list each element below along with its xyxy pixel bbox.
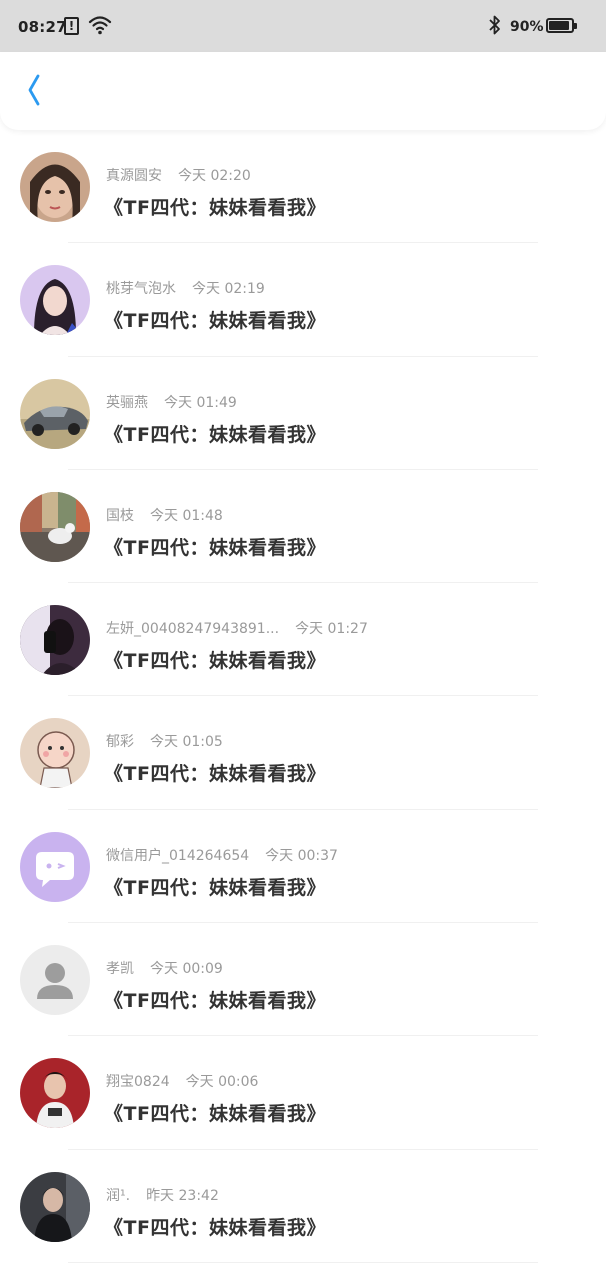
avatar[interactable]: [20, 491, 90, 562]
timestamp: 昨天 23:42: [146, 1187, 219, 1204]
message-text: 《TF四代：妹妹看看我》: [104, 763, 326, 786]
wifi-icon: [88, 14, 112, 36]
battery-icon: [546, 18, 577, 33]
item-meta: 国枝 今天 01:48: [106, 505, 223, 525]
list-item[interactable]: 微信用户_014264654 今天 00:37 《TF四代：妹妹看看我》: [0, 810, 606, 924]
battery-level: [549, 21, 569, 30]
timestamp: 今天 02:19: [192, 281, 265, 298]
user-name: 润¹.: [106, 1187, 131, 1204]
list-item[interactable]: 郁彩 今天 01:05 《TF四代：妹妹看看我》: [0, 696, 606, 810]
message-text: 《TF四代：妹妹看看我》: [104, 1216, 326, 1239]
nav-bar: [0, 52, 606, 130]
list-item[interactable]: 翔宝0824 今天 00:06 《TF四代：妹妹看看我》: [0, 1036, 606, 1150]
avatar[interactable]: [20, 945, 90, 1016]
avatar[interactable]: [20, 718, 90, 789]
timestamp: 今天 00:37: [265, 847, 338, 864]
message-text: 《TF四代：妹妹看看我》: [104, 310, 326, 333]
list-item[interactable]: 国枝 今天 01:48 《TF四代：妹妹看看我》: [0, 470, 606, 584]
timestamp: 今天 02:20: [178, 168, 251, 184]
battery-percent: 90%: [510, 19, 544, 35]
list-item[interactable]: 润¹. 昨天 23:42 《TF四代：妹妹看看我》: [0, 1150, 606, 1263]
user-name: 国枝: [106, 507, 134, 524]
item-meta: 英骊燕 今天 01:49: [106, 392, 237, 412]
user-name: 翔宝0824: [106, 1074, 170, 1091]
avatar[interactable]: [20, 265, 90, 336]
item-meta: 郁彩 今天 01:05: [106, 731, 223, 751]
list-item[interactable]: 孝凯 今天 00:09 《TF四代：妹妹看看我》: [0, 923, 606, 1037]
avatar[interactable]: [20, 605, 90, 676]
user-name: 英骊燕: [106, 394, 148, 411]
item-meta: 孝凯 今天 00:09: [106, 958, 223, 978]
alert-icon: !: [64, 17, 79, 35]
avatar[interactable]: [20, 1058, 90, 1129]
item-meta: 翔宝0824 今天 00:06: [106, 1071, 258, 1091]
timestamp: 今天 01:49: [164, 394, 237, 411]
chevron-left-icon: [28, 74, 40, 106]
timestamp: 今天 01:05: [150, 734, 223, 751]
user-name: 微信用户_014264654: [106, 847, 250, 864]
list-item[interactable]: 真源圆安 今天 02:20 《TF四代：妹妹看看我》: [0, 130, 606, 244]
divider: [68, 1261, 538, 1263]
message-text: 《TF四代：妹妹看看我》: [104, 197, 326, 219]
user-name: 左妍_00408247943891...: [106, 621, 280, 638]
timestamp: 今天 01:48: [150, 507, 223, 524]
message-text: 《TF四代：妹妹看看我》: [104, 423, 326, 446]
list-item[interactable]: 英骊燕 今天 01:49 《TF四代：妹妹看看我》: [0, 357, 606, 470]
bluetooth-icon: [488, 14, 502, 36]
item-meta: 桃芽气泡水 今天 02:19: [106, 278, 265, 298]
item-meta: 左妍_00408247943891... 今天 01:27: [106, 618, 368, 638]
avatar[interactable]: [20, 152, 90, 222]
item-meta: 真源圆安 今天 02:20: [106, 165, 251, 185]
status-bar: 08:27 ! 90%: [0, 0, 606, 52]
user-name: 桃芽气泡水: [106, 281, 176, 298]
message-text: 《TF四代：妹妹看看我》: [104, 1103, 326, 1126]
item-meta: 微信用户_014264654 今天 00:37: [106, 845, 338, 865]
back-button[interactable]: [12, 68, 56, 112]
message-text: 《TF四代：妹妹看看我》: [104, 876, 326, 899]
item-meta: 润¹. 昨天 23:42: [106, 1185, 219, 1205]
message-text: 《TF四代：妹妹看看我》: [104, 650, 326, 673]
list-item[interactable]: 桃芽气泡水 今天 02:19 《TF四代：妹妹看看我》: [0, 243, 606, 357]
avatar[interactable]: [20, 378, 90, 449]
timestamp: 今天 01:27: [295, 621, 368, 638]
timestamp: 今天 00:06: [185, 1074, 259, 1091]
message-text: 《TF四代：妹妹看看我》: [104, 536, 326, 559]
avatar[interactable]: [20, 831, 90, 902]
list-item[interactable]: 左妍_00408247943891... 今天 01:27 《TF四代：妹妹看看我》: [0, 583, 606, 697]
avatar[interactable]: [20, 1171, 90, 1242]
user-name: 真源圆安: [106, 168, 162, 184]
user-name: 孝凯: [106, 961, 134, 978]
timestamp: 今天 00:09: [150, 961, 223, 978]
user-name: 郁彩: [106, 734, 134, 751]
status-time: 08:27: [18, 18, 67, 36]
message-text: 《TF四代：妹妹看看我》: [104, 990, 326, 1013]
message-list: 真源圆安 今天 02:20 《TF四代：妹妹看看我》 桃芽气泡水 今天 02:19 《TF…: [0, 130, 606, 1263]
